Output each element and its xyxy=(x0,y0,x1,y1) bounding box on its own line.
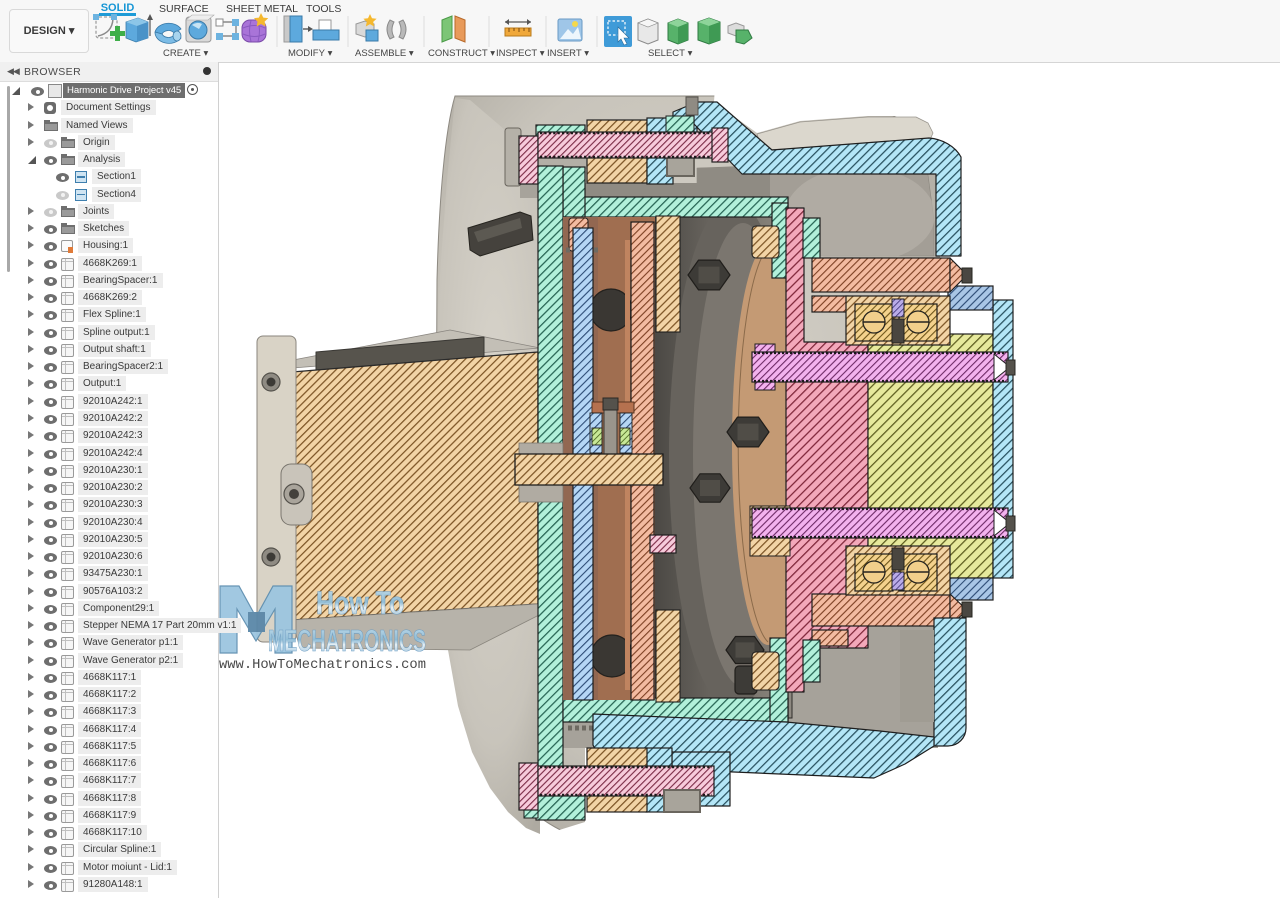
svg-text:www.HowToMechatronics.com: www.HowToMechatronics.com xyxy=(219,657,426,673)
svg-text:MECHATRONICS: MECHATRONICS xyxy=(268,625,426,659)
svg-text:How To: How To xyxy=(316,586,404,622)
